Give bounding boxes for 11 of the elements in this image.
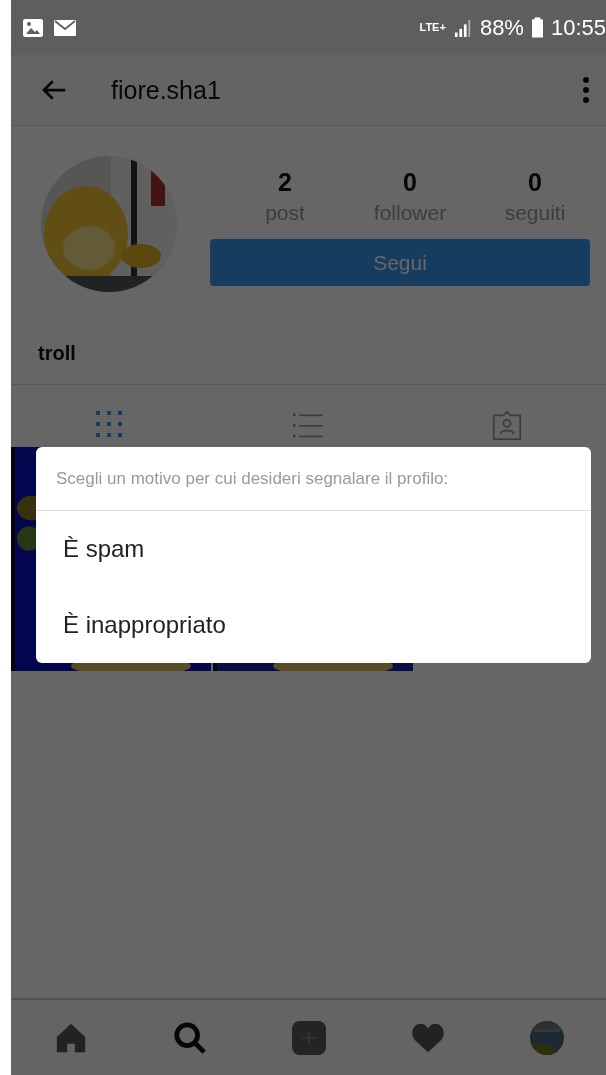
stat-count: 0 xyxy=(528,168,542,197)
profile-name: troll xyxy=(37,341,77,366)
battery-percent: 88% xyxy=(479,14,524,41)
stat-count: 2 xyxy=(278,168,292,197)
dialog-prompt: Scegli un motivo per cui desideri segnalare il profilo: xyxy=(36,447,591,511)
report-option[interactable]: È spam xyxy=(36,511,591,587)
report-option[interactable]: È inappropriato xyxy=(36,587,591,663)
stat-count: 0 xyxy=(403,168,417,197)
clock: 10:55 xyxy=(550,14,606,41)
network-type: LTE+ xyxy=(419,22,446,33)
username-title: fiore.sha1 xyxy=(111,75,221,105)
